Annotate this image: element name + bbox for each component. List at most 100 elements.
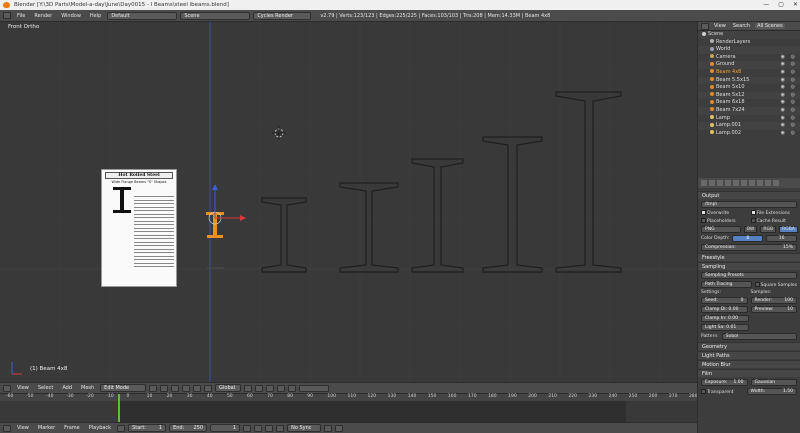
menu-playback[interactable]: Playback — [86, 425, 114, 431]
editor-type-icon[interactable] — [701, 22, 709, 30]
compression-slider[interactable]: Compression: 15% — [701, 244, 797, 251]
sampling-presets-selector[interactable]: Sampling Presets — [701, 272, 797, 279]
menu-window[interactable]: Window — [58, 13, 84, 19]
material-tab-icon[interactable] — [765, 180, 771, 186]
render-tab-icon[interactable] — [701, 180, 707, 186]
vertex-select-icon[interactable] — [244, 384, 253, 392]
menu-select[interactable]: Select — [35, 385, 56, 391]
scene-selector[interactable]: Scene — [180, 11, 251, 20]
current-frame-indicator[interactable] — [118, 394, 120, 423]
outliner-item[interactable]: World — [698, 46, 800, 54]
seed-field[interactable]: Seed: 0 — [701, 297, 748, 304]
visibility-toggle-icon[interactable]: ◉ ◎ — [781, 61, 797, 69]
motion-blur-panel-header[interactable]: Motion Blur — [698, 360, 800, 368]
close-button[interactable]: ✕ — [793, 0, 798, 10]
outliner-item[interactable]: Beam 4x8 ◉ ◎ — [698, 69, 800, 77]
light-sampling-field[interactable]: Light Sa: 0.01 — [701, 324, 749, 331]
filter-selector[interactable]: Gaussian — [750, 379, 797, 386]
visibility-toggle-icon[interactable]: ◉ ◎ — [781, 84, 797, 92]
output-panel-header[interactable]: Output — [698, 191, 800, 199]
overwrite-checkbox[interactable]: Overwrite — [701, 210, 748, 216]
menu-help[interactable]: Help — [87, 13, 104, 19]
keying-set-icon[interactable] — [335, 424, 344, 432]
outliner-item[interactable]: Beam 6x18 ◉ ◎ — [698, 99, 800, 107]
play-reverse-icon[interactable] — [254, 424, 263, 432]
menu-add[interactable]: Add — [59, 385, 75, 391]
preview-samples-field[interactable]: Preview: 10 — [750, 306, 797, 313]
render-layers-tab-icon[interactable] — [709, 180, 715, 186]
placeholders-checkbox[interactable]: Placeholders — [701, 218, 748, 224]
outliner[interactable]: View Search All Scenes Scene RenderLayers… — [697, 22, 800, 178]
freestyle-panel-header[interactable]: Freestyle — [698, 253, 800, 261]
start-frame-field[interactable]: Start: 1 — [128, 424, 167, 432]
visibility-toggle-icon[interactable]: ◉ ◎ — [781, 122, 797, 130]
integrator-selector[interactable]: Path Tracing — [701, 281, 752, 288]
outliner-item[interactable]: Lamp.001 ◉ ◎ — [698, 122, 800, 130]
rotate-icon[interactable] — [193, 384, 202, 392]
data-tab-icon[interactable] — [757, 180, 763, 186]
display-mode-selector[interactable]: All Scenes — [755, 23, 785, 29]
orientation-selector[interactable]: Global — [215, 384, 242, 392]
current-frame-field[interactable]: 1 — [210, 424, 241, 432]
render-samples-field[interactable]: Render: 100 — [750, 297, 797, 304]
jump-end-icon[interactable] — [276, 424, 285, 432]
world-tab-icon[interactable] — [725, 180, 731, 186]
pivot-icon[interactable] — [160, 384, 169, 392]
light-paths-panel-header[interactable]: Light Paths — [698, 351, 800, 359]
3d-viewport[interactable]: Front Ortho Hot Rolled Steel Wide Flange… — [0, 22, 697, 382]
layers-icon[interactable] — [299, 384, 330, 392]
transparent-checkbox[interactable]: Transparent — [701, 388, 744, 395]
preview-range-icon[interactable] — [117, 424, 126, 432]
channel-bw[interactable]: BW — [744, 226, 758, 233]
outliner-item[interactable]: Beam 5x10 ◉ ◎ — [698, 84, 800, 92]
visibility-toggle-icon[interactable]: ◉ ◎ — [781, 69, 797, 77]
editor-type-icon[interactable] — [3, 12, 11, 19]
pattern-selector[interactable]: Sobol — [721, 333, 797, 340]
visibility-toggle-icon[interactable]: ◉ ◎ — [781, 92, 797, 100]
outliner-item[interactable]: Beam 7x24 ◉ ◎ — [698, 106, 800, 115]
frame-ruler[interactable]: -60 -50 -40 -30 -20 -10 0 10 20 30 40 50 60 70 80 90 100… — [0, 394, 698, 401]
jump-start-icon[interactable] — [243, 424, 252, 432]
menu-marker[interactable]: Marker — [35, 425, 58, 431]
filter-width-field[interactable]: Width: 1.50 — [746, 388, 797, 395]
menu-view[interactable]: View — [14, 385, 32, 391]
channel-rgb[interactable]: RGB — [760, 226, 777, 233]
exposure-field[interactable]: Exposure: 1.00 — [701, 379, 748, 386]
visibility-toggle-icon[interactable]: ◉ ◎ — [781, 77, 797, 85]
depth-8[interactable]: 8 — [732, 235, 764, 242]
file-extensions-checkbox[interactable]: File Extensions — [750, 210, 798, 216]
outliner-item[interactable]: Camera ◉ ◎ — [698, 54, 800, 62]
visibility-toggle-icon[interactable]: ◉ ◎ — [781, 107, 797, 115]
modifiers-tab-icon[interactable] — [749, 180, 755, 186]
outliner-item[interactable]: Lamp.002 ◉ ◎ — [698, 130, 800, 138]
3d-cursor-icon[interactable] — [272, 126, 286, 140]
face-select-icon[interactable] — [266, 384, 275, 392]
snap-icon[interactable] — [288, 384, 297, 392]
play-icon[interactable] — [265, 424, 274, 432]
scene-tab-icon[interactable] — [717, 180, 723, 186]
outliner-item[interactable]: Beam 5.5x15 ◉ ◎ — [698, 76, 800, 85]
render-engine-selector[interactable]: Cycles Render — [253, 11, 312, 20]
file-format-selector[interactable]: PNG — [701, 226, 741, 233]
edge-select-icon[interactable] — [255, 384, 264, 392]
outliner-item[interactable]: Ground ◉ ◎ — [698, 61, 800, 69]
translate-icon[interactable] — [182, 384, 191, 392]
shading-icon[interactable] — [149, 384, 158, 392]
sampling-panel-header[interactable]: Sampling — [698, 262, 800, 270]
outliner-item[interactable]: Scene — [698, 31, 800, 39]
depth-16[interactable]: 16 — [766, 235, 797, 242]
square-samples-checkbox[interactable]: Square Samples — [754, 281, 797, 288]
sync-selector[interactable]: No Sync — [287, 424, 322, 432]
layout-selector[interactable]: Default — [107, 11, 178, 20]
film-panel-header[interactable]: Film — [698, 369, 800, 377]
texture-tab-icon[interactable] — [773, 180, 779, 186]
constraints-tab-icon[interactable] — [741, 180, 747, 186]
mode-selector[interactable]: Edit Mode — [100, 384, 147, 392]
editor-type-icon[interactable] — [3, 424, 11, 432]
editor-type-icon[interactable] — [3, 384, 11, 392]
menu-file[interactable]: File — [14, 13, 28, 19]
manipulator-icon[interactable] — [171, 384, 180, 392]
geometry-panel-header[interactable]: Geometry — [698, 342, 800, 350]
cache-result-checkbox[interactable]: Cache Result — [750, 218, 798, 224]
selected-beam-4x8[interactable] — [206, 184, 246, 269]
